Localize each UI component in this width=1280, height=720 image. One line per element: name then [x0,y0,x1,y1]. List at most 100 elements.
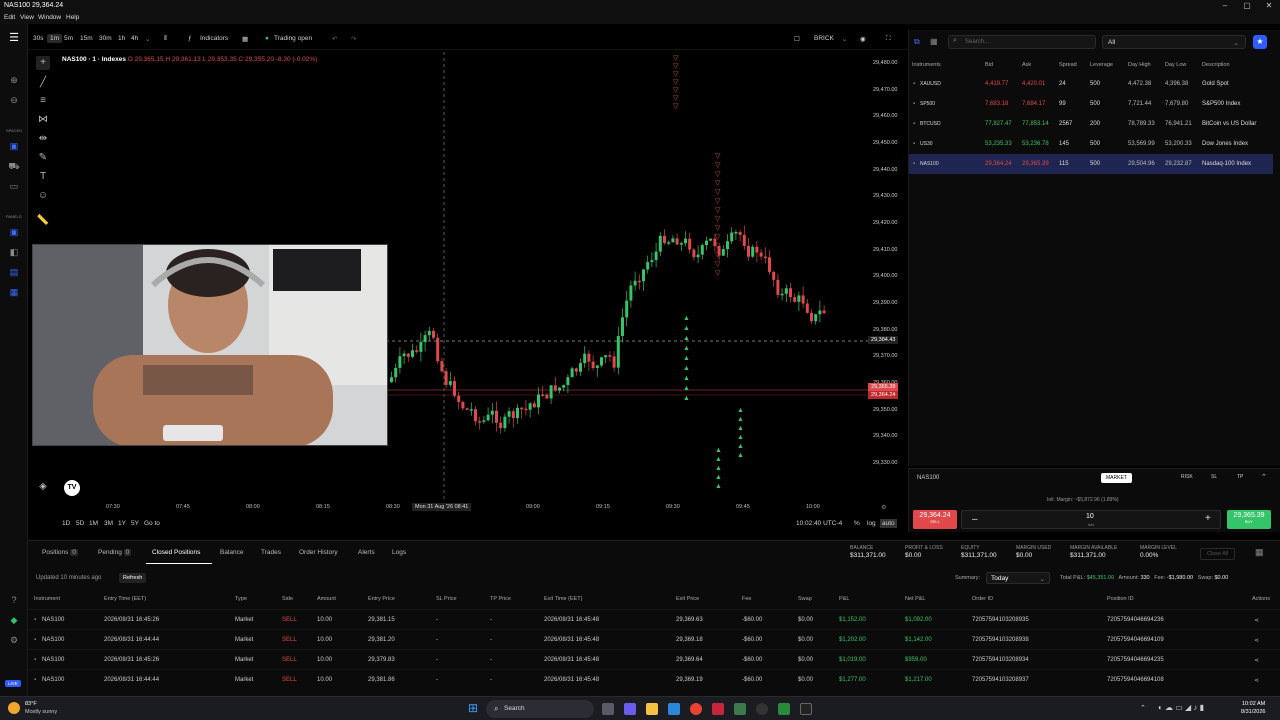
table-header[interactable]: Actions [1252,596,1270,602]
table-header[interactable]: Entry Time (EET) [104,596,146,602]
fullscreen-icon[interactable]: ⛶ [886,35,891,43]
table-header[interactable]: P&L [839,596,849,602]
mode-sl[interactable]: SL [1211,474,1217,480]
table-row[interactable]: NAS100 2026/08/31 16:45:26 Market SELL 10.00… [28,649,1280,669]
tf-15m[interactable]: 15m [80,35,93,42]
close-button[interactable]: ✕ [1258,0,1280,12]
axis-settings-icon[interactable]: ⚙ [881,504,886,511]
buy-button[interactable]: 29,365.39 BUY [1227,510,1271,529]
redo-icon[interactable]: ↷ [351,35,356,43]
table-row[interactable]: NAS100 2026/08/31 16:44:44 Market SELL 10.00… [28,669,1280,689]
table-header[interactable]: Entry Price [368,596,395,602]
wl-header-instruments[interactable]: Instruments [912,62,941,68]
log-toggle[interactable]: log [867,520,876,527]
tab-positions[interactable]: Positions 0 [42,549,78,556]
increase-icon[interactable]: + [1205,513,1211,524]
share-icon[interactable]: ⋖ [1254,677,1259,684]
app-green-icon[interactable] [778,703,790,715]
table-header[interactable]: Exit Price [676,596,699,602]
layout-icon[interactable]: ▭ [8,180,20,192]
panel-grid-icon[interactable]: ▦ [1255,547,1264,558]
watchlist-row[interactable]: ▪ XAUUSD 4,419.77 4,420.01 24 500 4,472.38 4,39… [909,74,1273,94]
table-row[interactable]: NAS100 2026/08/31 16:45:26 Market SELL 10.00… [28,609,1280,629]
undo-icon[interactable]: ↶ [332,35,337,43]
tf-1h[interactable]: 1h [118,35,125,42]
menu-help[interactable]: Help [66,14,79,21]
help-icon[interactable]: ? [8,594,20,606]
task-view-icon[interactable] [602,703,614,715]
projection-icon[interactable]: ⇹ [36,132,50,146]
layers-icon[interactable]: ◈ [36,480,50,494]
tf-30s[interactable]: 30s [33,35,43,42]
copilot-icon[interactable] [624,703,636,715]
tab-logs[interactable]: Logs [392,549,406,556]
tab-trades[interactable]: Trades [261,549,281,556]
table-header[interactable]: Instrument [34,596,60,602]
share-icon[interactable]: ⋖ [1254,657,1259,664]
range-3m[interactable]: 3M [104,520,113,527]
watchlist-row[interactable]: ▪ NAS100 29,364.24 29,365.39 115 500 29,504.96… [909,154,1273,174]
taskbar-search[interactable]: ⌕ Search [486,700,594,718]
refresh-button[interactable]: Refresh [119,573,147,583]
table-header[interactable]: Type [235,596,247,602]
tf-5m[interactable]: 5m [64,35,73,42]
watchlist-row[interactable]: ▪ SP500 7,683.18 7,684.17 99 500 7,721.44 7,679… [909,94,1273,114]
zoom-in-icon[interactable]: ⊕ [8,74,20,86]
goto-button[interactable]: Go to [144,520,160,527]
table-header[interactable]: Order ID [972,596,993,602]
watchlist-filter-select[interactable]: All ⌄ [1102,35,1246,49]
camera-icon[interactable]: ◉ [860,35,866,43]
tab-pending[interactable]: Pending 0 [98,549,132,556]
settings-icon[interactable]: ⚙ [8,634,20,646]
space-chart-icon[interactable]: ▣ [8,140,20,152]
fib-icon[interactable]: ≡ [36,94,50,108]
watchlist-row[interactable]: ▪ BTCUSD 77,827.47 77,853.14 2567 200 78,789.3… [909,114,1273,134]
mode-tp[interactable]: TP [1237,474,1243,480]
app-chart-icon[interactable] [734,703,746,715]
minimize-button[interactable]: – [1214,0,1236,12]
lots-stepper[interactable]: – 10 lots + [961,510,1221,529]
range-1d[interactable]: 1D [62,520,70,527]
chart-type-chevron-icon[interactable]: ⌄ [842,35,847,43]
range-5d[interactable]: 5D [76,520,84,527]
range-5y[interactable]: 5Y [131,520,139,527]
pattern-icon[interactable]: ⋈ [36,113,50,127]
shield-icon[interactable]: ◆ [8,614,20,626]
crosshair-icon[interactable]: + [36,56,50,70]
media-icon[interactable] [756,703,768,715]
sell-button[interactable]: 29,364.24 SELL [913,510,957,529]
watchlist-grid-icon[interactable]: ▦ [930,37,938,46]
tab-order-history[interactable]: Order History [299,549,338,556]
brush-icon[interactable]: ✎ [36,151,50,165]
table-header[interactable]: SL Price [436,596,457,602]
range-1m[interactable]: 1M [89,520,98,527]
trading-app-icon[interactable] [800,703,812,715]
chevron-down-icon[interactable]: ⌄ [145,35,150,43]
table-header[interactable]: Exit Time (EET) [544,596,583,602]
summary-select[interactable]: Today ⌄ [986,572,1050,584]
chrome-icon[interactable] [690,703,702,715]
watchlist-row[interactable]: ▪ US30 53,235.33 53,236.78 145 500 53,569.99 53… [909,134,1273,154]
collapse-icon[interactable]: ⌃ [1261,473,1267,481]
chart-type-select[interactable]: BRICK [814,35,834,42]
lots-value[interactable]: 10 [1086,513,1094,520]
file-explorer-icon[interactable] [646,703,658,715]
watchlist-search-input[interactable]: Search... [948,35,1096,49]
table-header[interactable]: Swap [798,596,812,602]
trendline-icon[interactable]: ╱ [36,76,50,90]
wl-header-ask[interactable]: Ask [1022,62,1031,68]
share-icon[interactable]: ⋖ [1254,637,1259,644]
tray-icons[interactable]: ◐ ☁ ▭ ◢ ♪ ▮ [1158,703,1204,712]
table-header[interactable]: Fee [742,596,751,602]
app-a-icon[interactable] [712,703,724,715]
wl-header-daylow[interactable]: Day Low [1165,62,1186,68]
wl-header-bid[interactable]: Bid [985,62,993,68]
tab-alerts[interactable]: Alerts [358,549,375,556]
maximize-button[interactable]: ▢ [1236,0,1258,12]
panel-chart-icon[interactable]: ▣ [8,226,20,238]
templates-icon[interactable]: ▦ [242,35,248,43]
edge-icon[interactable] [668,703,680,715]
wl-header-dayhigh[interactable]: Day High [1128,62,1151,68]
wl-header-leverage[interactable]: Leverage [1090,62,1113,68]
wl-header-spread[interactable]: Spread [1059,62,1077,68]
